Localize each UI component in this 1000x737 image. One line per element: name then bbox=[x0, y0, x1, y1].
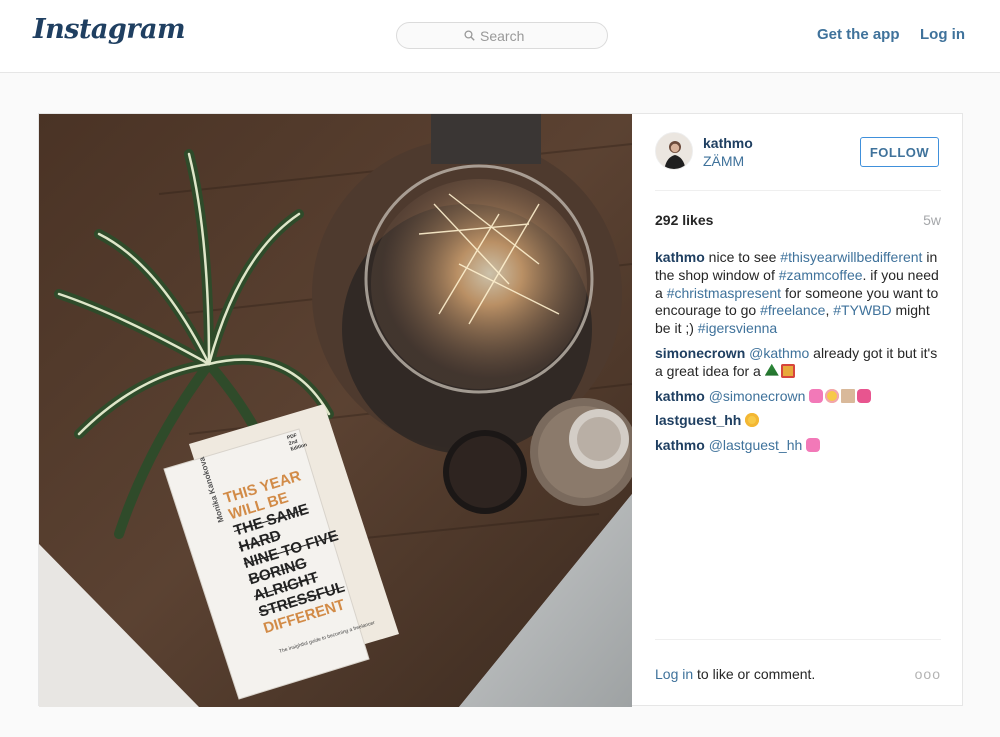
divider bbox=[655, 639, 941, 640]
post-age[interactable]: 5w bbox=[923, 212, 941, 228]
comment-username[interactable]: kathmo bbox=[655, 437, 705, 453]
top-bar: Instagram Get the app Log in bbox=[0, 0, 1000, 73]
post-sidebar: kathmo ZÄMM FOLLOW 292 likes 5w kathmo n… bbox=[655, 114, 941, 707]
divider bbox=[655, 190, 941, 191]
get-app-link[interactable]: Get the app bbox=[817, 26, 900, 43]
princess-emoji-icon bbox=[825, 388, 840, 403]
comment: simonecrown @kathmo already got it but i… bbox=[655, 345, 941, 381]
comment-text: nice to see bbox=[704, 249, 781, 265]
instagram-logo[interactable]: Instagram bbox=[33, 14, 186, 45]
likes-count[interactable]: 292 likes bbox=[655, 212, 713, 228]
login-prompt-text: to like or comment. bbox=[693, 666, 816, 682]
avatar[interactable] bbox=[655, 132, 693, 170]
more-options-icon[interactable]: ooo bbox=[915, 666, 941, 682]
comment-username[interactable]: kathmo bbox=[655, 388, 705, 404]
gift-emoji-icon bbox=[780, 363, 795, 378]
comment-username[interactable]: simonecrown bbox=[655, 345, 745, 361]
login-link[interactable]: Log in bbox=[920, 26, 965, 43]
tree-emoji-icon bbox=[764, 363, 779, 376]
sparkling-heart-emoji-icon bbox=[806, 438, 821, 453]
hashtag-link[interactable]: #zammcoffee bbox=[779, 267, 863, 283]
mention-link[interactable]: @kathmo bbox=[749, 345, 809, 361]
search-input[interactable] bbox=[480, 27, 540, 44]
hashtag-link[interactable]: #christmaspresent bbox=[667, 285, 781, 301]
mention-link[interactable]: @lastguest_hh bbox=[709, 437, 803, 453]
comment-username[interactable]: kathmo bbox=[655, 249, 705, 265]
author-username[interactable]: kathmo bbox=[703, 135, 753, 151]
hashtag-link[interactable]: #thisyearwillbedifferent bbox=[780, 249, 922, 265]
comment: kathmo nice to see #thisyearwillbediffer… bbox=[655, 249, 941, 338]
post-author: kathmo ZÄMM FOLLOW bbox=[655, 132, 941, 190]
hashtag-link[interactable]: #TYWBD bbox=[833, 302, 891, 318]
comment-username[interactable]: lastguest_hh bbox=[655, 412, 741, 428]
login-prompt: Log in to like or comment. bbox=[655, 666, 941, 682]
tan-square-emoji-icon bbox=[841, 388, 856, 403]
post-card: Monika Kanokova PDF 2nd Edition THIS YEA… bbox=[38, 113, 963, 707]
sparkling-heart-emoji-icon bbox=[809, 388, 824, 403]
mention-link[interactable]: @simonecrown bbox=[709, 388, 806, 404]
author-location[interactable]: ZÄMM bbox=[703, 153, 744, 169]
footer-login-link[interactable]: Log in bbox=[655, 666, 693, 682]
comment: kathmo @simonecrown bbox=[655, 388, 941, 406]
book-badge: PDF 2nd Edition bbox=[286, 432, 308, 453]
comments-list: kathmo nice to see #thisyearwillbediffer… bbox=[655, 249, 941, 462]
search-box[interactable] bbox=[396, 22, 608, 49]
cupid-heart-emoji-icon bbox=[857, 388, 872, 403]
hashtag-link[interactable]: #igersvienna bbox=[698, 320, 777, 336]
hashtag-link[interactable]: #freelance bbox=[760, 302, 825, 318]
search-icon bbox=[464, 30, 475, 41]
comment: kathmo @lastguest_hh bbox=[655, 437, 941, 455]
heart-eyes-emoji-icon bbox=[745, 413, 760, 428]
follow-button[interactable]: FOLLOW bbox=[860, 137, 939, 167]
comment: lastguest_hh bbox=[655, 412, 941, 430]
